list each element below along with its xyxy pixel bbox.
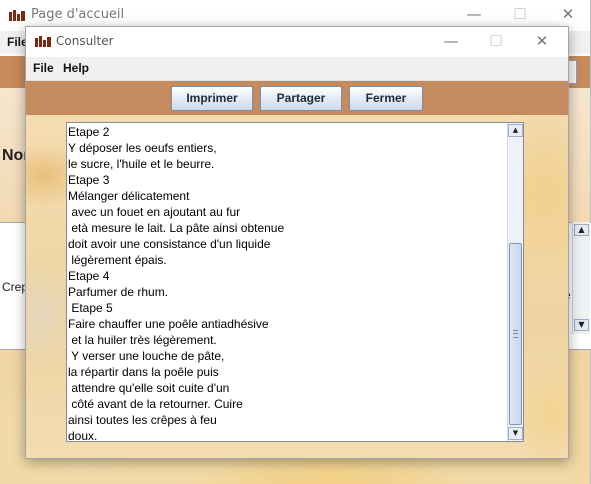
app-logo-icon: [9, 10, 25, 21]
scrollbar-thumb[interactable]: [509, 243, 522, 425]
consulter-dialog: Consulter — ☐ ✕ File Help Imprimer Parta…: [25, 26, 569, 459]
dialog-background-photo: Etape 2 Y déposer les oeufs entiers, le …: [26, 115, 568, 458]
print-button[interactable]: Imprimer: [171, 86, 253, 111]
menu-help[interactable]: Help: [63, 61, 89, 75]
app-logo-icon: [35, 36, 51, 47]
close-icon[interactable]: ✕: [552, 0, 584, 28]
scroll-down-arrow-icon[interactable]: ▼: [574, 319, 589, 331]
dialog-title: Consulter: [56, 34, 114, 48]
scroll-up-arrow-icon[interactable]: ▲: [574, 224, 589, 236]
close-button[interactable]: Fermer: [349, 86, 423, 111]
scroll-up-arrow-icon[interactable]: ▲: [508, 124, 523, 137]
dialog-toolbar: Imprimer Partager Fermer: [26, 81, 568, 115]
menu-file[interactable]: File: [33, 61, 54, 75]
maximize-icon[interactable]: ☐: [480, 27, 512, 55]
main-window-title: Page d'accueil: [31, 7, 125, 22]
close-icon[interactable]: ✕: [526, 27, 558, 55]
recipe-text-area[interactable]: Etape 2 Y déposer les oeufs entiers, le …: [66, 122, 524, 442]
dialog-menubar: File Help: [26, 57, 568, 81]
share-button[interactable]: Partager: [260, 86, 342, 111]
minimize-icon[interactable]: —: [458, 0, 490, 28]
scrollbar-grip-icon: [513, 330, 518, 338]
main-window-table-scrollbar[interactable]: ▲ ▼: [572, 222, 590, 334]
minimize-icon[interactable]: —: [435, 27, 467, 55]
scroll-down-arrow-icon[interactable]: ▼: [508, 427, 523, 440]
maximize-icon[interactable]: ☐: [504, 0, 536, 28]
recipe-text[interactable]: Etape 2 Y déposer les oeufs entiers, le …: [68, 124, 508, 441]
text-area-scrollbar[interactable]: ▲ ▼: [507, 123, 523, 441]
